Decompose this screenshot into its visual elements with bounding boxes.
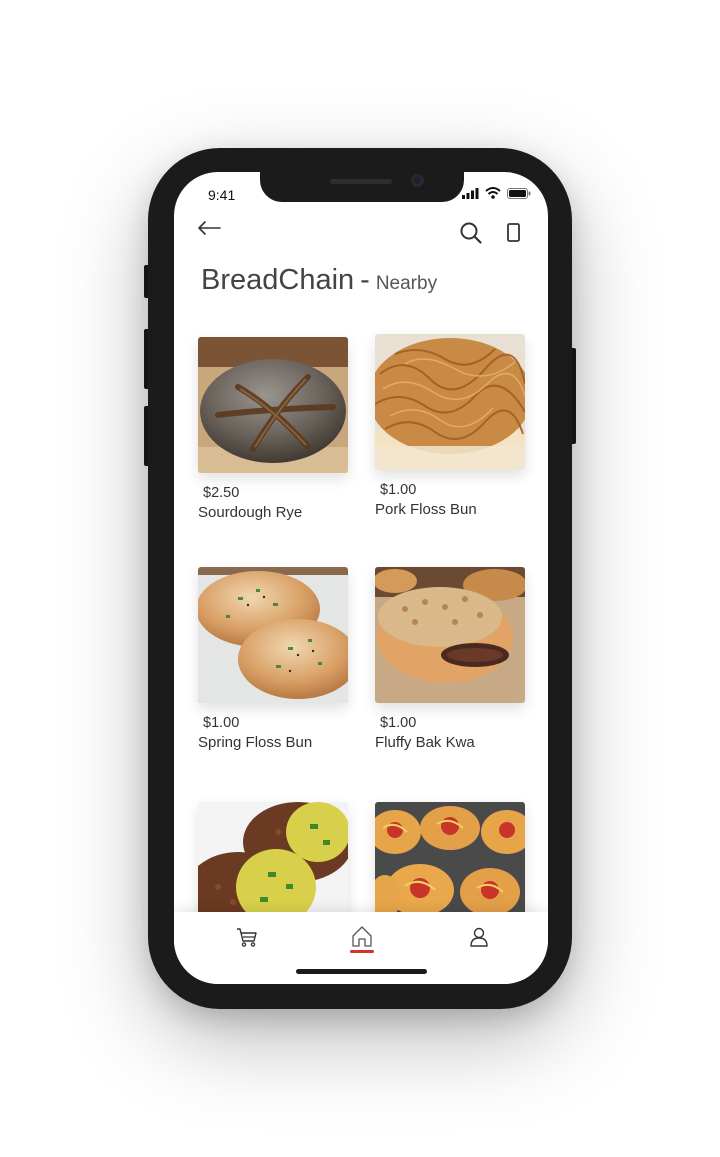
bottom-tab-bar	[174, 912, 548, 984]
product-card[interactable]: $1.00 Spring Floss Bun	[198, 567, 348, 751]
product-image-fluffy-bak-kwa	[375, 567, 525, 703]
profile-icon[interactable]	[466, 924, 492, 950]
front-camera	[411, 174, 424, 187]
home-icon[interactable]	[349, 924, 375, 950]
product-image-pizza-buns	[375, 802, 525, 912]
phone-icon[interactable]	[506, 222, 522, 244]
product-name: Sourdough Rye	[198, 504, 303, 521]
product-price: $2.50	[203, 485, 240, 501]
product-price: $1.00	[380, 482, 417, 498]
product-image-scallion-bun	[198, 802, 348, 912]
product-card[interactable]	[198, 802, 348, 912]
active-tab-indicator	[350, 950, 374, 953]
cart-icon[interactable]	[234, 924, 260, 950]
product-card[interactable]: $1.00 Fluffy Bak Kwa	[375, 567, 525, 751]
search-icon[interactable]	[459, 221, 483, 245]
product-price: $1.00	[203, 715, 240, 731]
product-price: $1.00	[380, 715, 417, 731]
back-arrow-icon[interactable]	[196, 217, 224, 239]
product-image-pork-floss-bun	[375, 334, 525, 470]
speaker-grille	[330, 179, 392, 184]
status-icons	[462, 187, 531, 199]
app-screen: $2.50 Sourdough Rye $1.00 Pork Floss Bun…	[174, 172, 548, 984]
page-title: BreadChain - Nearby	[201, 264, 437, 297]
home-indicator[interactable]	[296, 969, 427, 974]
product-card[interactable]	[375, 802, 525, 912]
wifi-icon	[485, 187, 501, 199]
battery-icon	[507, 187, 531, 199]
product-name: Pork Floss Bun	[375, 501, 477, 518]
page-subtitle: Nearby	[375, 273, 438, 294]
status-time: 9:41	[208, 187, 236, 203]
product-card[interactable]: $2.50 Sourdough Rye	[198, 337, 348, 521]
product-image-sourdough-rye	[198, 337, 348, 473]
device-notch	[260, 172, 464, 202]
product-name: Spring Floss Bun	[198, 734, 313, 751]
device-mockup: $2.50 Sourdough Rye $1.00 Pork Floss Bun…	[0, 0, 720, 1157]
product-card[interactable]: $1.00 Pork Floss Bun	[375, 334, 525, 518]
product-image-spring-floss-bun	[198, 567, 348, 703]
product-name: Fluffy Bak Kwa	[375, 734, 475, 751]
title-separator: -	[360, 264, 370, 296]
signal-icon	[462, 187, 479, 199]
app-title: BreadChain	[201, 264, 355, 296]
